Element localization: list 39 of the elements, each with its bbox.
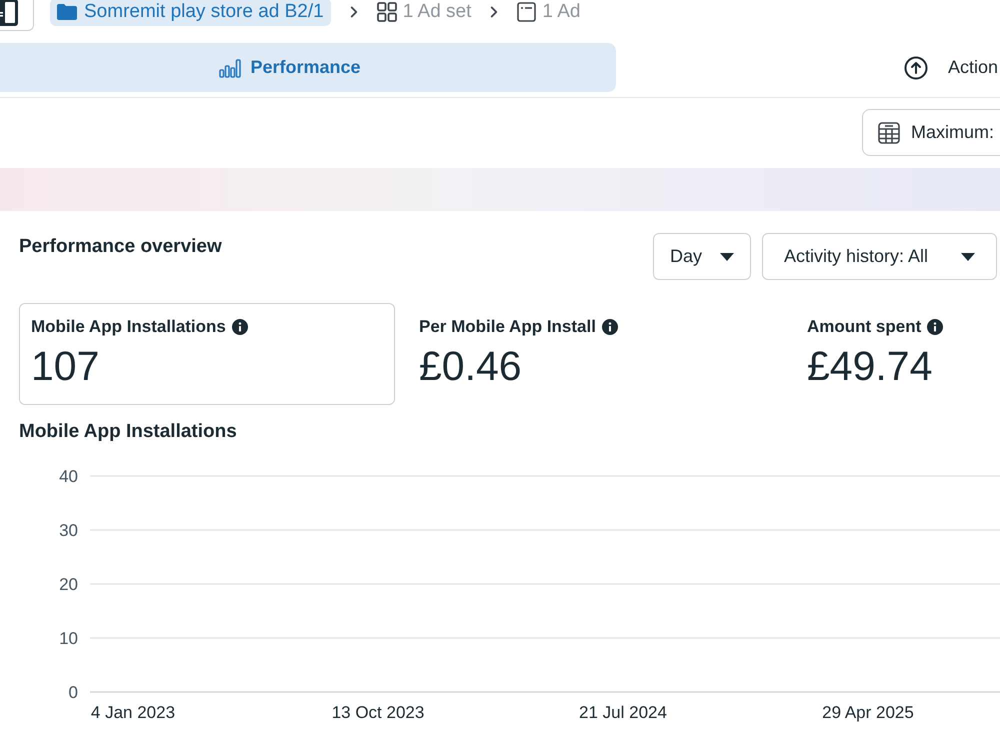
performance-tab[interactable]: Performance xyxy=(0,43,616,92)
x-axis-label: 4 Jan 2023 xyxy=(90,703,176,722)
x-axis-label: 21 Jul 2024 xyxy=(579,703,667,722)
y-axis-label: 40 xyxy=(59,467,78,486)
x-axis-label: 13 Oct 2023 xyxy=(332,703,424,722)
filter-dropdown[interactable]: Day xyxy=(653,233,751,280)
sidebar-toggle-button[interactable] xyxy=(0,0,34,31)
y-axis-label: 30 xyxy=(59,521,78,540)
y-axis-label: 10 xyxy=(59,629,78,648)
info-icon xyxy=(602,319,618,335)
info-icon xyxy=(927,319,944,335)
section-title: Performance overview xyxy=(19,235,222,259)
folder-icon xyxy=(57,4,77,20)
info-icon xyxy=(232,319,248,335)
bar-chart-icon xyxy=(219,58,242,78)
metric-card[interactable]: Mobile App Installations 107 xyxy=(19,303,395,405)
x-axis-label: 29 Apr 2025 xyxy=(822,703,914,722)
grid-icon xyxy=(376,2,397,22)
metric-label: Per Mobile App Install xyxy=(419,316,596,338)
caret-icon xyxy=(720,252,734,260)
actions-button[interactable]: Action xyxy=(904,54,1000,81)
metric-value: £0.46 xyxy=(419,342,523,390)
metric-label: Amount spent xyxy=(807,316,922,338)
y-axis-label: 20 xyxy=(59,575,78,594)
filter-dropdown[interactable]: Activity history: All xyxy=(762,233,997,280)
metric-value: £49.74 xyxy=(807,342,934,390)
y-axis-label: 0 xyxy=(68,683,78,702)
upload-icon xyxy=(904,56,928,80)
breadcrumb-link[interactable]: Somremit play store ad B2/1 xyxy=(50,0,331,26)
table-icon xyxy=(878,122,900,144)
sidebar-icon xyxy=(0,0,18,26)
chart-title: Mobile App Installations xyxy=(19,420,238,444)
metric-value: 107 xyxy=(31,342,100,390)
columns-button[interactable]: Maximum: xyxy=(862,109,1000,156)
caret-icon xyxy=(961,252,975,260)
metric-card[interactable]: Per Mobile App Install £0.46 xyxy=(407,303,783,405)
ad-icon xyxy=(517,2,536,22)
metric-label: Mobile App Installations xyxy=(31,316,226,338)
metric-card[interactable]: Amount spent £49.74 xyxy=(795,303,997,405)
